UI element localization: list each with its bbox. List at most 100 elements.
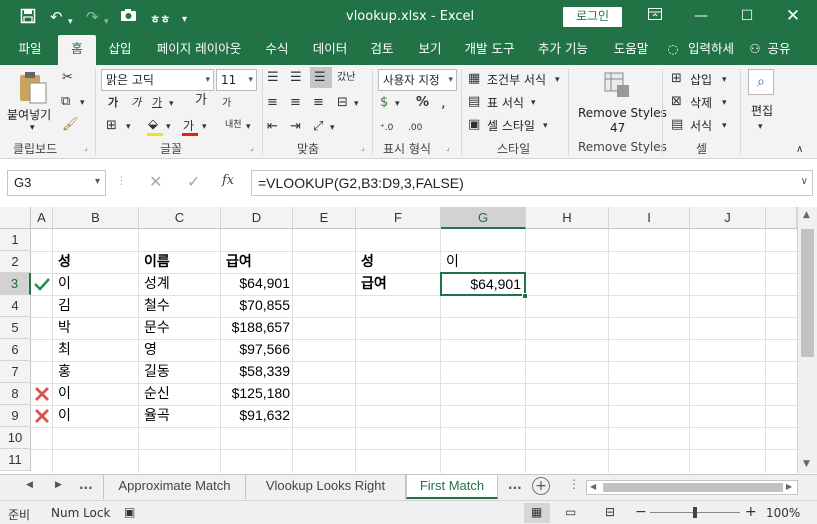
decrease-indent-icon[interactable]: ⇤ — [267, 119, 278, 135]
row-header[interactable]: 4 — [0, 295, 31, 317]
remove-styles-button[interactable]: Remove Styles — [578, 106, 667, 120]
table-cell[interactable]: 율곡 — [141, 405, 173, 427]
vertical-scrollbar[interactable]: ▲ ▼ — [797, 207, 817, 473]
undo-icon[interactable]: ↶ — [50, 8, 63, 26]
tab-help[interactable]: 도움말 — [605, 35, 657, 65]
chevron-down-icon[interactable]: ▾ — [758, 119, 763, 135]
normal-view-button[interactable]: ▦ — [524, 503, 550, 523]
scroll-down-icon[interactable]: ▼ — [803, 459, 810, 469]
tab-data[interactable]: 데이터 — [305, 35, 355, 65]
table-cell[interactable]: 이 — [55, 405, 74, 427]
column-header[interactable]: G — [441, 207, 526, 229]
insert-cells-icon[interactable]: ⊞ — [671, 71, 682, 87]
increase-decimal-icon[interactable]: ⁺.0 — [380, 120, 393, 136]
format-painter-icon[interactable]: 🖌 — [62, 117, 79, 133]
font-color-button[interactable]: 가 — [183, 118, 194, 134]
align-left-icon[interactable]: ≡ — [267, 95, 278, 111]
minimize-button[interactable]: — — [678, 0, 724, 35]
page-break-icon[interactable]: ⊟ — [605, 505, 615, 519]
percent-icon[interactable]: % — [416, 95, 429, 111]
table-cell[interactable]: 최 — [55, 339, 74, 361]
currency-dropdown-icon[interactable]: ▾ — [395, 96, 400, 112]
remove-styles-icon[interactable] — [603, 71, 631, 102]
bold-button[interactable]: 가 — [108, 95, 118, 111]
chevron-down-icon[interactable]: ▾ — [555, 72, 560, 88]
table-format-button[interactable]: 표 서식 — [487, 94, 524, 111]
font-name-select[interactable]: 맑은 고딕 ▾ — [101, 69, 214, 91]
redo-icon[interactable]: ↷ — [86, 8, 99, 26]
lightbulb-icon[interactable]: ◌ — [664, 35, 682, 65]
column-header[interactable]: B — [53, 207, 139, 229]
align-right-icon[interactable]: ≡ — [313, 95, 324, 111]
row-header[interactable]: 1 — [0, 229, 31, 251]
shrink-font-button[interactable]: 가 — [222, 96, 231, 112]
alignment-launcher-icon[interactable]: ⌟ — [361, 140, 365, 156]
italic-button[interactable]: 가 — [131, 95, 141, 111]
prev-sheet-icon[interactable]: ◀ — [26, 480, 33, 490]
cut-icon[interactable]: ✂ — [62, 70, 73, 86]
column-header[interactable]: E — [293, 207, 356, 229]
camera-icon[interactable] — [120, 8, 137, 26]
copy-dropdown-icon[interactable]: ▾ — [80, 95, 85, 111]
more-sheets-left-icon[interactable]: ... — [79, 478, 93, 492]
insert-cells-button[interactable]: 삽입 — [690, 71, 712, 88]
table-cell[interactable]: $64,901 — [221, 273, 293, 295]
login-button[interactable]: 로그인 — [563, 7, 622, 27]
scroll-thumb[interactable] — [801, 229, 814, 357]
column-header[interactable]: C — [139, 207, 221, 229]
row-header[interactable]: 11 — [0, 449, 31, 471]
table-cell[interactable]: $58,339 — [221, 361, 293, 383]
tab-formulas[interactable]: 수식 — [257, 35, 297, 65]
scroll-right-icon[interactable]: ▶ — [786, 482, 792, 491]
merge-icon[interactable]: ⊟ — [337, 95, 348, 111]
share-button[interactable]: 공유 — [764, 35, 794, 65]
collapse-ribbon-icon[interactable]: ∧ — [796, 142, 803, 158]
table-cell[interactable]: $97,566 — [221, 339, 293, 361]
table-cell[interactable]: 이 — [55, 383, 74, 405]
row-header[interactable]: 5 — [0, 317, 31, 339]
scroll-thumb[interactable] — [603, 483, 783, 492]
scroll-up-icon[interactable]: ▲ — [803, 210, 810, 220]
tell-me-input[interactable]: 입력하세 — [683, 35, 739, 65]
tab-file[interactable]: 파일 — [10, 35, 50, 65]
row-header[interactable]: 9 — [0, 405, 31, 427]
ribbon-display-icon[interactable] — [632, 0, 678, 35]
more-sheets-right-icon[interactable]: ... — [508, 478, 522, 492]
increase-indent-icon[interactable]: ⇥ — [290, 119, 301, 135]
font-launcher-icon[interactable]: ⌟ — [250, 140, 254, 156]
spreadsheet-grid[interactable]: A B C D E F G H I J 1 2 3 4 5 6 7 8 9 10… — [0, 207, 817, 473]
lookup-label[interactable]: 급여 — [358, 273, 390, 295]
search-icon[interactable]: ⌕ — [748, 69, 774, 95]
table-cell[interactable]: $91,632 — [221, 405, 293, 427]
table-cell[interactable]: 철수 — [141, 295, 173, 317]
delete-cells-icon[interactable]: ⊠ — [671, 94, 682, 110]
conditional-format-icon[interactable]: ▦ — [468, 71, 480, 87]
grow-font-button[interactable]: 가 — [195, 93, 207, 109]
number-format-select[interactable]: 사용자 지정 ▾ — [378, 69, 457, 91]
row-header[interactable]: 2 — [0, 251, 31, 273]
column-header[interactable]: J — [690, 207, 766, 229]
tab-home[interactable]: 홈 — [58, 35, 96, 65]
chevron-down-icon[interactable]: ▾ — [531, 95, 536, 111]
conditional-format-button[interactable]: 조건부 서식 — [487, 71, 546, 88]
tab-page-layout[interactable]: 페이지 레이아웃 — [147, 35, 251, 65]
tab-view[interactable]: 보기 — [408, 35, 452, 65]
column-header[interactable]: H — [526, 207, 609, 229]
zoom-out-icon[interactable]: − — [635, 504, 647, 520]
tab-review[interactable]: 검토 — [362, 35, 402, 65]
enter-icon[interactable]: ✓ — [187, 172, 200, 191]
table-cell[interactable]: $70,855 — [221, 295, 293, 317]
paste-icon[interactable] — [18, 71, 48, 108]
tab-insert[interactable]: 삽입 — [100, 35, 140, 65]
name-box[interactable]: G3 ▾ — [7, 170, 106, 196]
cell-style-icon[interactable]: ▣ — [468, 117, 480, 133]
insert-function-icon[interactable]: fx — [222, 173, 234, 188]
border-dropdown-icon[interactable]: ▾ — [126, 119, 131, 135]
horizontal-scrollbar[interactable]: ◀ ▶ — [586, 480, 798, 495]
underline-dropdown-icon[interactable]: ▾ — [169, 96, 174, 112]
row-header[interactable]: 6 — [0, 339, 31, 361]
zoom-in-icon[interactable]: + — [745, 504, 757, 520]
table-cell[interactable]: 영 — [141, 339, 160, 361]
customize-qat-icon[interactable]: ▾ — [182, 11, 187, 29]
maximize-button[interactable]: ☐ — [724, 0, 770, 35]
